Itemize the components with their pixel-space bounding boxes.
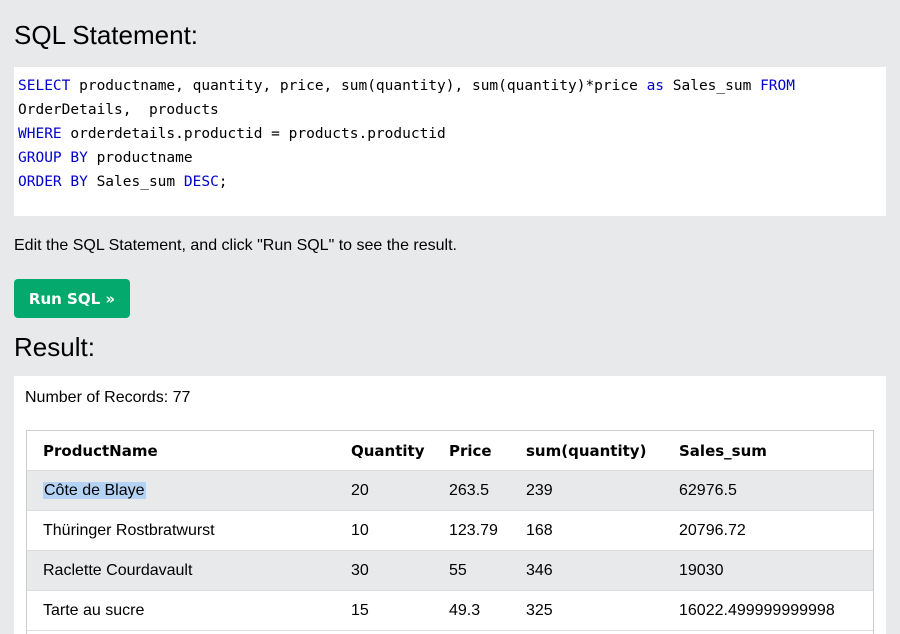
cell-text: Raclette Courdavault [43, 562, 193, 579]
table-row: Tarte au sucre 15 49.3 325 16022.49999999999… [27, 591, 873, 631]
cell-text: 346 [526, 562, 553, 579]
sql-code-text: orderdetails.productid = products.produc… [61, 126, 446, 142]
instruction-text: Edit the SQL Statement, and click "Run S… [14, 237, 457, 254]
sql-code-text: productname [87, 150, 193, 166]
sql-code-text: ; [218, 174, 228, 190]
sql-keyword: ORDER BY [18, 174, 88, 190]
sql-code-line: SELECT productname, quantity, price, sum… [18, 74, 882, 98]
result-table: ProductName Quantity Price sum(quantity) Sal… [26, 430, 874, 634]
cell-text: 55 [449, 562, 467, 579]
sql-statement-heading: SQL Statement: [14, 20, 199, 50]
result-heading: Result: [14, 332, 95, 362]
cell-text: 239 [526, 482, 553, 499]
table-cell: 55 [449, 551, 467, 591]
cell-text: Tarte au sucre [43, 602, 145, 619]
table-row: Thüringer Rostbratwurst 10 123.79 168 20796.… [27, 511, 873, 551]
cell-text: 16022.499999999998 [679, 602, 835, 619]
table-cell: 49.3 [449, 591, 480, 631]
table-cell: 19030 [679, 551, 724, 591]
table-cell: Tarte au sucre [43, 591, 144, 631]
table-cell: 15 [351, 591, 369, 631]
cell-text: 30 [351, 562, 369, 579]
column-header: ProductName [43, 442, 158, 460]
sql-code-line: ORDER BY Sales_sum DESC; [18, 170, 882, 194]
run-sql-button[interactable]: Run SQL » [14, 279, 130, 318]
result-panel: Number of Records: 77 ProductName Quantit… [14, 376, 886, 634]
sql-code-text: Sales_sum [87, 174, 184, 190]
table-cell: 10 [351, 511, 369, 551]
table-cell: 346 [526, 551, 553, 591]
selected-cell-text: Côte de Blaye [43, 482, 146, 499]
table-cell: Côte de Blaye [43, 471, 146, 511]
table-cell: 20 [351, 471, 369, 511]
column-header: sum(quantity) [526, 442, 647, 460]
cell-text: 20796.72 [679, 522, 746, 539]
cell-text: 10 [351, 522, 369, 539]
table-cell: 16022.499999999998 [679, 591, 835, 631]
cell-text: 49.3 [449, 602, 481, 619]
sql-code-line: WHERE orderdetails.productid = products.… [18, 122, 882, 146]
cell-text: 325 [526, 602, 553, 619]
sql-keyword: FROM [760, 78, 795, 94]
table-cell: 239 [526, 471, 553, 511]
cell-text: 15 [351, 602, 369, 619]
table-header-row: ProductName Quantity Price sum(quantity) Sal… [27, 431, 873, 471]
table-row: Côte de Blaye 20 263.5 239 62976.5 [27, 471, 873, 511]
cell-text: 20 [351, 482, 369, 499]
table-cell: 263.5 [449, 471, 489, 511]
table-cell: 30 [351, 551, 369, 591]
sql-code-text: OrderDetails, products [18, 102, 219, 118]
sql-keyword: as [646, 78, 665, 94]
sql-code-text: productname, quantity, price, sum(quanti… [70, 78, 647, 94]
table-cell: 62976.5 [679, 471, 737, 511]
column-header: Quantity [351, 442, 425, 460]
table-row: Raclette Courdavault 30 55 346 19030 [27, 551, 873, 591]
sql-code-line: GROUP BY productname [18, 146, 882, 170]
sql-keyword: GROUP BY [18, 150, 88, 166]
sql-tryit-page: SQL Statement: SELECT productname, quant… [0, 0, 900, 634]
sql-code-text: Sales_sum [664, 78, 761, 94]
cell-text: 168 [526, 522, 553, 539]
cell-text: Thüringer Rostbratwurst [43, 522, 215, 539]
table-cell: Raclette Courdavault [43, 551, 192, 591]
table-cell: 123.79 [449, 511, 498, 551]
cell-text: 263.5 [449, 482, 490, 499]
sql-editor[interactable]: SELECT productname, quantity, price, sum… [14, 67, 886, 216]
record-count: Number of Records: 77 [25, 389, 191, 406]
column-header: Sales_sum [679, 442, 767, 460]
table-cell: 325 [526, 591, 553, 631]
sql-keyword: SELECT [18, 78, 71, 94]
sql-code-line: OrderDetails, products [18, 98, 882, 122]
sql-keyword: WHERE [18, 126, 62, 142]
column-header: Price [449, 442, 492, 460]
table-cell: Thüringer Rostbratwurst [43, 511, 215, 551]
table-cell: 168 [526, 511, 553, 551]
sql-keyword: DESC [183, 174, 219, 190]
table-cell: 20796.72 [679, 511, 746, 551]
cell-text: 123.79 [449, 522, 498, 539]
cell-text: 19030 [679, 562, 724, 579]
cell-text: 62976.5 [679, 482, 737, 499]
